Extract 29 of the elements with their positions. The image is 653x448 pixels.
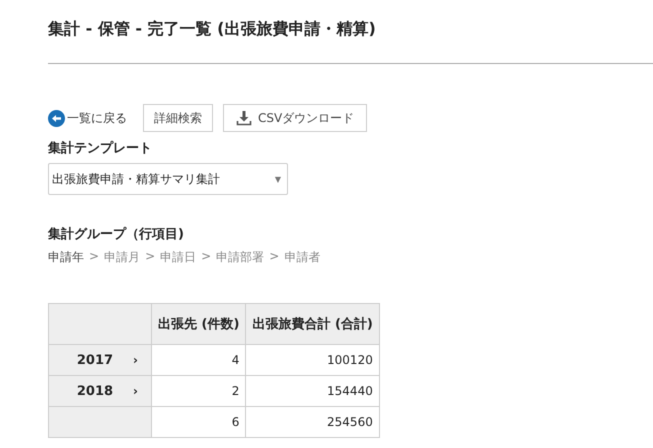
table-cell: 154440 — [327, 384, 373, 398]
expand-icon[interactable]: › — [133, 384, 138, 398]
table-cell: 6 — [232, 415, 240, 429]
column-header: 出張旅費合計 (合計) — [246, 304, 380, 344]
path-separator: > — [145, 249, 156, 265]
download-icon — [236, 110, 252, 126]
row-label: 2018 — [76, 384, 114, 398]
table-cell: 2 — [232, 384, 240, 398]
group-path-item[interactable]: 申請月 — [104, 249, 140, 266]
row-label: 2017 — [76, 352, 114, 368]
group-path-item[interactable]: 申請者 — [284, 249, 320, 266]
csv-download-button[interactable]: CSVダウンロード — [223, 104, 368, 132]
path-separator: > — [201, 249, 212, 265]
template-label: 集計テンプレート — [48, 140, 152, 157]
expand-icon[interactable]: › — [133, 352, 138, 368]
path-separator: > — [89, 249, 100, 265]
table-cell: 4 — [232, 353, 240, 367]
back-link[interactable]: 一覧に戻る — [48, 110, 127, 126]
template-select[interactable]: 出張旅費申請・精算サマリ集計 ▼ — [48, 163, 288, 195]
page-title: 集計 - 保管 - 完了一覧 (出張旅費申請・精算) — [48, 18, 376, 40]
table-cell: 100120 — [327, 353, 373, 367]
group-path-item[interactable]: 申請部署 — [216, 249, 264, 266]
detail-search-button[interactable]: 詳細検索 — [143, 104, 213, 132]
group-label: 集計グループ（行項目) — [48, 226, 184, 243]
path-separator: > — [269, 249, 280, 265]
column-header: 出張先 (件数) — [152, 304, 246, 344]
table-cell: 254560 — [327, 415, 373, 429]
group-path-item[interactable]: 申請年 — [48, 249, 84, 266]
group-path-item[interactable]: 申請日 — [160, 249, 196, 266]
